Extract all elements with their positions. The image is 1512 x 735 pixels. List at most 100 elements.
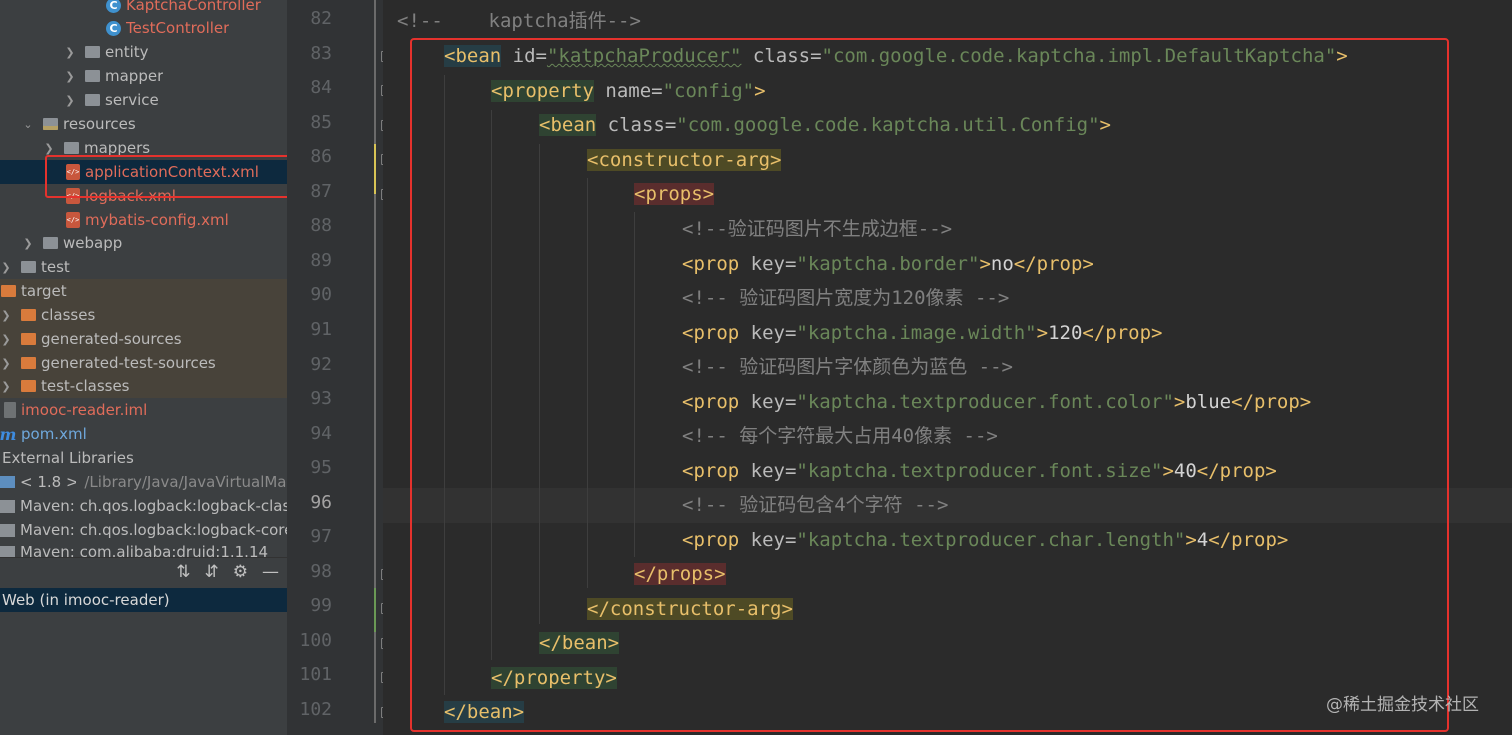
- code-line-82: <!-- kaptcha插件-->: [397, 8, 641, 34]
- line-number: 99: [310, 595, 332, 617]
- highlight-box-tree: [45, 155, 307, 198]
- tree-item-external-libraries[interactable]: External Libraries: [0, 446, 287, 470]
- tree-item-label: generated-sources: [41, 330, 182, 348]
- chevron-right-icon[interactable]: ❯: [0, 333, 12, 346]
- tree-item-label: TestController: [126, 19, 230, 37]
- line-number: 87: [310, 180, 332, 202]
- line-number: 95: [310, 457, 332, 479]
- line-number: 89: [310, 249, 332, 271]
- tree-item-logback-core[interactable]: Maven: ch.qos.logback:logback-core: [0, 518, 287, 542]
- tree-item-mybatis-config-xml[interactable]: </> mybatis-config.xml: [0, 208, 287, 232]
- line-number: 94: [310, 422, 332, 444]
- tree-item-testcontroller[interactable]: C TestController: [0, 16, 287, 40]
- vcs-change-marker: [374, 588, 376, 632]
- tree-item-target[interactable]: target: [0, 279, 287, 303]
- tree-item-path: /Library/Java/JavaVirtualMac: [84, 473, 287, 491]
- tree-item-label: classes: [41, 306, 96, 324]
- tree-item-resources[interactable]: ⌄ resources: [0, 112, 287, 136]
- folder-icon: [20, 307, 36, 323]
- chevron-right-icon[interactable]: ❯: [22, 237, 34, 250]
- iml-file-icon: [4, 402, 16, 418]
- tree-item-label: target: [21, 282, 67, 300]
- tree-item-logback-classic[interactable]: Maven: ch.qos.logback:logback-clas: [0, 494, 287, 518]
- folder-icon: [63, 140, 79, 156]
- line-number: 101: [299, 664, 332, 686]
- comment-open: <!--: [397, 10, 443, 32]
- chevron-right-icon[interactable]: ❯: [0, 357, 12, 370]
- tree-item-label: service: [105, 91, 159, 109]
- collapse-all-icon[interactable]: ⇵: [205, 562, 219, 582]
- tree-toolbar: ⇅ ⇵ ⚙ —: [0, 557, 287, 585]
- watermark: @稀土掘金技术社区: [1326, 695, 1479, 715]
- web-folder-icon: [42, 235, 58, 251]
- xml-file-icon: </>: [66, 212, 80, 228]
- tree-item-service[interactable]: ❯ service: [0, 88, 287, 112]
- line-number: 98: [310, 560, 332, 582]
- chevron-right-icon[interactable]: ❯: [0, 380, 12, 393]
- folder-icon: [84, 44, 100, 60]
- tree-item-label: test: [41, 258, 70, 276]
- line-number: 100: [299, 629, 332, 651]
- library-icon: [0, 523, 15, 537]
- tree-item-imooc-reader-iml[interactable]: imooc-reader.iml: [0, 398, 287, 422]
- line-number: 97: [310, 526, 332, 548]
- jdk-icon: [0, 476, 15, 488]
- tree-item-label: Maven: ch.qos.logback:logback-core: [20, 521, 287, 539]
- line-number: 83: [310, 42, 332, 64]
- tree-item-label: imooc-reader.iml: [21, 401, 148, 419]
- folder-icon: [20, 355, 36, 371]
- tree-item-label: KaptchaController: [126, 0, 261, 14]
- service-item-web[interactable]: Web (in imooc-reader): [0, 588, 287, 612]
- tree-item-generated-sources[interactable]: ❯ generated-sources: [0, 327, 287, 351]
- resources-folder-icon: [42, 116, 58, 132]
- tree-item-test[interactable]: ❯ test: [0, 255, 287, 279]
- comment-close: -->: [606, 10, 641, 32]
- chevron-right-icon[interactable]: ❯: [0, 309, 12, 322]
- service-item-label: Web (in imooc-reader): [2, 591, 170, 609]
- library-icon: [0, 499, 15, 513]
- chevron-right-icon[interactable]: ❯: [64, 94, 76, 107]
- line-number: 93: [310, 388, 332, 410]
- folder-icon: [0, 283, 16, 299]
- line-number: 82: [310, 8, 332, 29]
- highlight-box-code: [410, 38, 1449, 732]
- chevron-down-icon[interactable]: ⌄: [22, 118, 34, 131]
- line-number: 86: [310, 146, 332, 168]
- line-number: 92: [310, 353, 332, 375]
- tree-item-label: mybatis-config.xml: [85, 211, 229, 229]
- tree-item-entity[interactable]: ❯ entity: [0, 40, 287, 64]
- expand-all-icon[interactable]: ⇅: [176, 562, 190, 582]
- chevron-right-icon[interactable]: ❯: [64, 70, 76, 83]
- tree-item-pom-xml[interactable]: m pom.xml: [0, 422, 287, 446]
- chevron-right-icon[interactable]: ❯: [43, 142, 55, 155]
- class-icon: C: [106, 0, 121, 13]
- folder-icon: [84, 68, 100, 84]
- tree-item-label: entity: [105, 43, 149, 61]
- folder-icon: [84, 92, 100, 108]
- tree-item-kaptchacontroller[interactable]: C KaptchaController: [0, 0, 287, 17]
- line-number: 91: [310, 318, 332, 340]
- gear-icon[interactable]: ⚙: [233, 562, 248, 582]
- comment-text: kaptcha插件: [442, 10, 607, 32]
- tree-item-label: resources: [63, 115, 136, 133]
- tree-item-label: webapp: [63, 234, 123, 252]
- vcs-change-marker: [374, 144, 376, 194]
- chevron-right-icon[interactable]: ❯: [0, 261, 12, 274]
- tree-item-classes[interactable]: ❯ classes: [0, 303, 287, 327]
- folder-icon: [20, 378, 36, 394]
- tree-item-jdk[interactable]: < 1.8 > /Library/Java/JavaVirtualMac: [0, 470, 287, 494]
- minimize-icon[interactable]: —: [262, 562, 279, 582]
- tree-item-webapp[interactable]: ❯ webapp: [0, 231, 287, 255]
- tree-item-label: generated-test-sources: [41, 354, 216, 372]
- folder-icon: [20, 259, 36, 275]
- chevron-right-icon[interactable]: ❯: [64, 46, 76, 59]
- tree-item-mapper[interactable]: ❯ mapper: [0, 64, 287, 88]
- line-number: 102: [299, 699, 332, 720]
- tree-item-label: pom.xml: [21, 425, 87, 443]
- tree-item-generated-test-sources[interactable]: ❯ generated-test-sources: [0, 351, 287, 375]
- tree-item-label: Maven: ch.qos.logback:logback-clas: [20, 497, 287, 515]
- line-number: 88: [310, 215, 332, 237]
- tree-item-label: test-classes: [41, 377, 130, 395]
- tree-item-label: External Libraries: [2, 449, 134, 467]
- tree-item-test-classes[interactable]: ❯ test-classes: [0, 374, 287, 398]
